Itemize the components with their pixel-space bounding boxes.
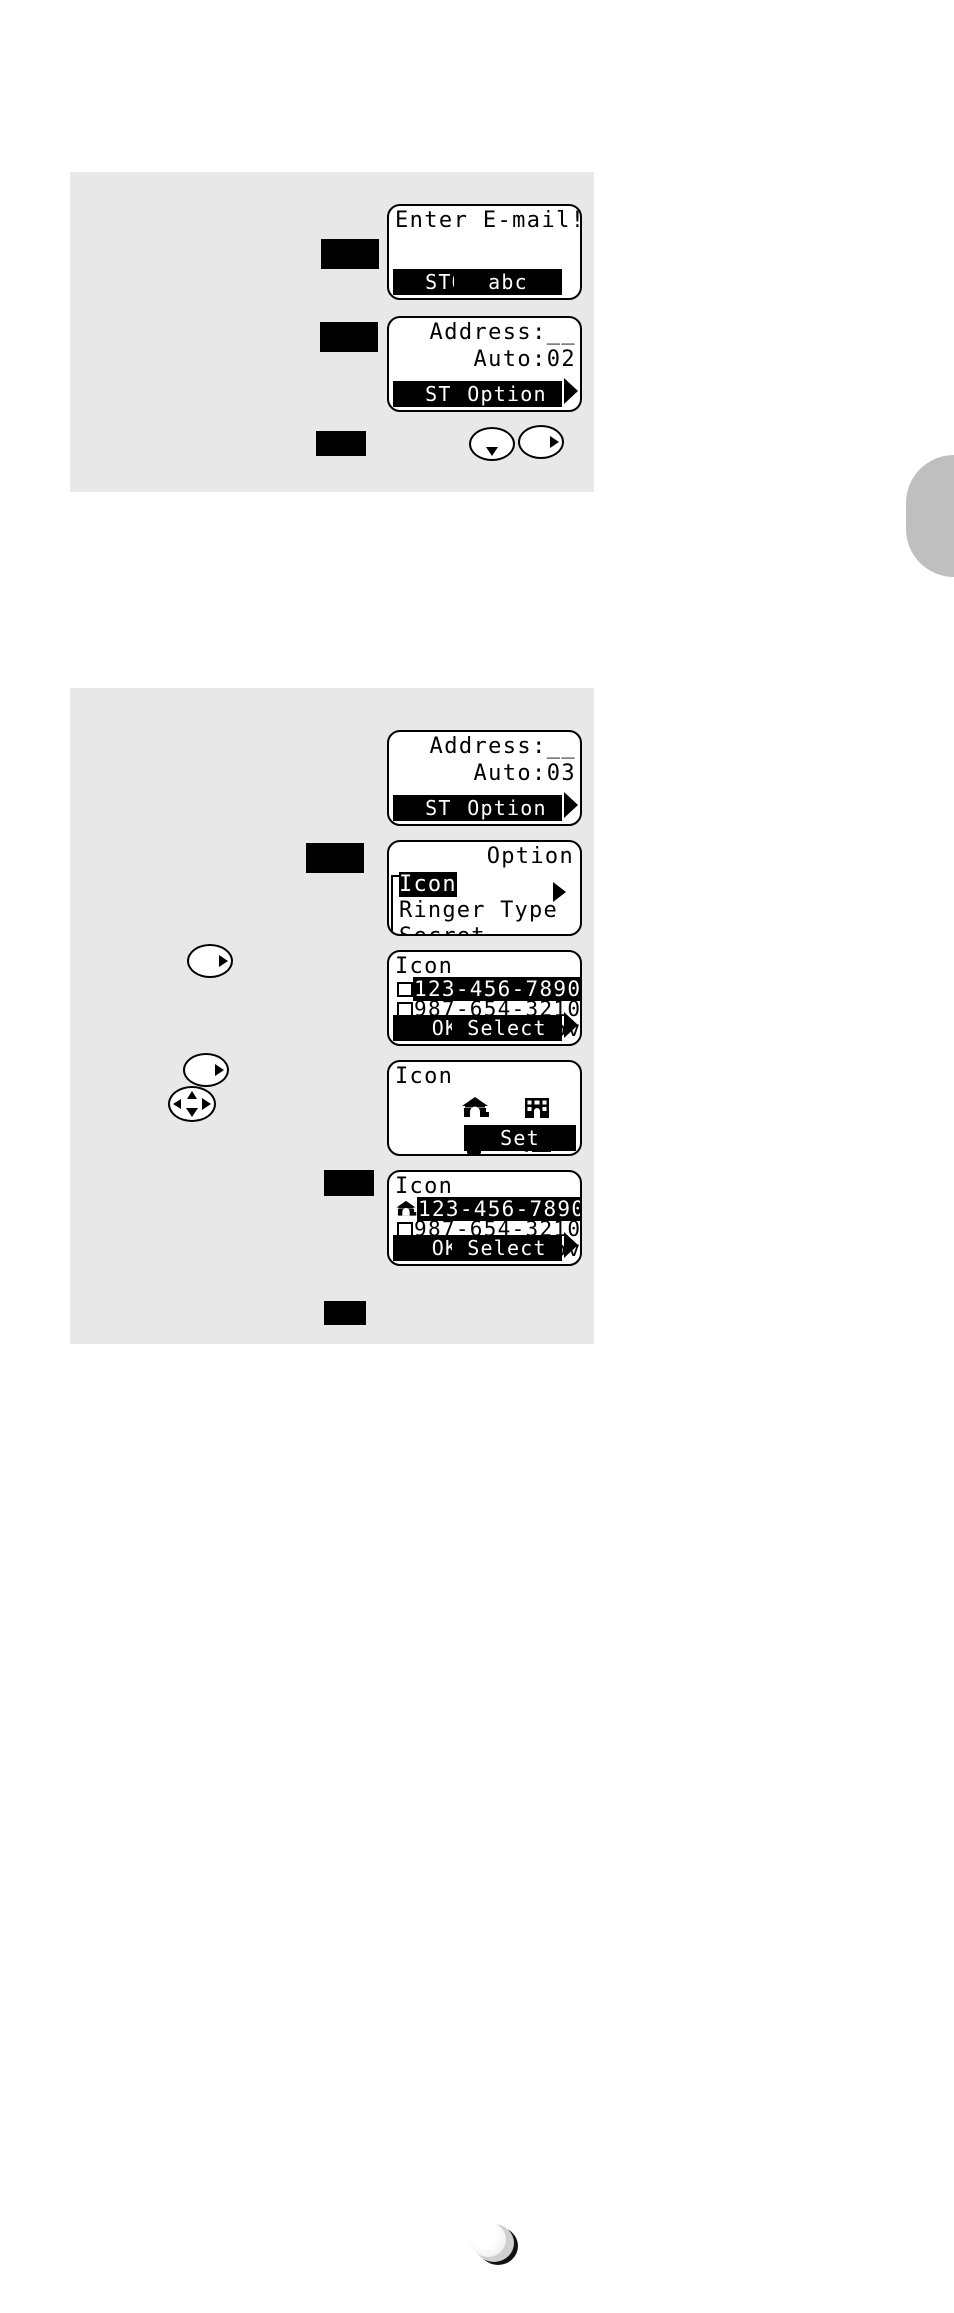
softkey-bar: STO abc — [389, 269, 580, 295]
softkey-option[interactable]: Option — [452, 381, 562, 407]
lcd-icon-title: Icon — [395, 1174, 454, 1199]
right-triangle-icon — [564, 378, 578, 404]
lcd-address-line: Address:__ — [429, 734, 576, 759]
softkey-bar: STO Option — [389, 378, 580, 407]
right-triangle-icon — [564, 1232, 578, 1258]
right-triangle-icon — [564, 1012, 578, 1038]
lcd-address-auto-03: Address:__ Auto:03 STO Option — [387, 730, 582, 826]
softkey-bar: OK Select — [389, 1012, 580, 1041]
softkey-set[interactable]: Set — [464, 1125, 576, 1151]
lcd-address-line: Address:__ — [429, 320, 576, 345]
option-menu-list: Icon Ringer Type Secret — [399, 872, 558, 934]
left-triangle-icon — [173, 1099, 181, 1109]
lcd-auto-line: Auto:02 — [473, 347, 576, 372]
step-panel-1: Enter E-mail! STO abc Address:__ Auto:02… — [70, 172, 594, 492]
lcd-option-title: Option — [486, 844, 574, 869]
menu-item-label: Secret — [399, 924, 486, 934]
page-logo-orb — [470, 2222, 518, 2266]
right-triangle-icon — [550, 436, 559, 448]
empty-checkbox-icon — [397, 981, 413, 997]
pager-icon[interactable] — [575, 1092, 580, 1124]
nav-right-button[interactable] — [518, 425, 564, 459]
right-triangle-icon — [215, 1064, 224, 1076]
softkey-bar: OK Select — [389, 1232, 580, 1261]
orb-highlight — [470, 2222, 506, 2257]
lcd-icon-list-unset: Icon 123-456-7890 987-654-3210 abcde@aud… — [387, 950, 582, 1046]
menu-item-ringer-type[interactable]: Ringer Type — [399, 898, 558, 924]
house-icon — [395, 1200, 417, 1218]
nav-right-button-1[interactable] — [187, 944, 233, 978]
key-block-1b — [320, 322, 378, 352]
down-triangle-icon — [486, 447, 498, 456]
menu-item-label: Icon — [399, 872, 457, 897]
four-way-pad[interactable] — [168, 1086, 216, 1122]
lcd-title-enter-email: Enter E-mail! — [395, 208, 582, 233]
menu-item-secret[interactable]: Secret — [399, 924, 558, 934]
lcd-icon-title: Icon — [395, 954, 454, 979]
lcd-icon-title: Icon — [395, 1064, 454, 1089]
up-triangle-icon — [187, 1091, 197, 1099]
key-block-2c — [324, 1301, 366, 1325]
softkey-select[interactable]: Select — [452, 1015, 562, 1041]
softkey-select[interactable]: Select — [452, 1235, 562, 1261]
softkey-abc[interactable]: abc — [454, 269, 562, 295]
key-block-1c — [316, 431, 366, 456]
right-triangle-icon — [202, 1098, 211, 1110]
key-block-2b — [324, 1170, 374, 1196]
step-panel-2: Address:__ Auto:03 STO Option Option Ico… — [70, 688, 594, 1344]
office-building-icon[interactable] — [513, 1092, 561, 1124]
key-block-2a — [306, 843, 364, 873]
nav-down-button[interactable] — [469, 427, 515, 461]
nav-right-button-2[interactable] — [183, 1053, 229, 1087]
right-triangle-icon — [564, 792, 578, 818]
softkey-bar: STO Option — [389, 792, 580, 821]
lcd-option-menu: Option Icon Ringer Type Secret — [387, 840, 582, 936]
lcd-enter-email: Enter E-mail! STO abc — [387, 204, 582, 300]
down-triangle-icon — [186, 1108, 198, 1117]
softkey-bar: Set — [389, 1125, 580, 1151]
menu-item-icon[interactable]: Icon — [399, 872, 558, 898]
softkey-option[interactable]: Option — [452, 795, 562, 821]
house-icon[interactable] — [451, 1092, 499, 1124]
page-side-tab — [906, 455, 954, 577]
lcd-auto-line: Auto:03 — [473, 761, 576, 786]
key-block-1a — [321, 239, 379, 269]
lcd-address-auto-02: Address:__ Auto:02 STO Option — [387, 316, 582, 412]
lcd-icon-list-set: Icon 123-456-7890 987-654-3210 OK Select — [387, 1170, 582, 1266]
right-triangle-icon — [219, 955, 228, 967]
lcd-icon-chooser: Icon Set — [387, 1060, 582, 1156]
menu-item-label: Ringer Type — [399, 898, 558, 923]
